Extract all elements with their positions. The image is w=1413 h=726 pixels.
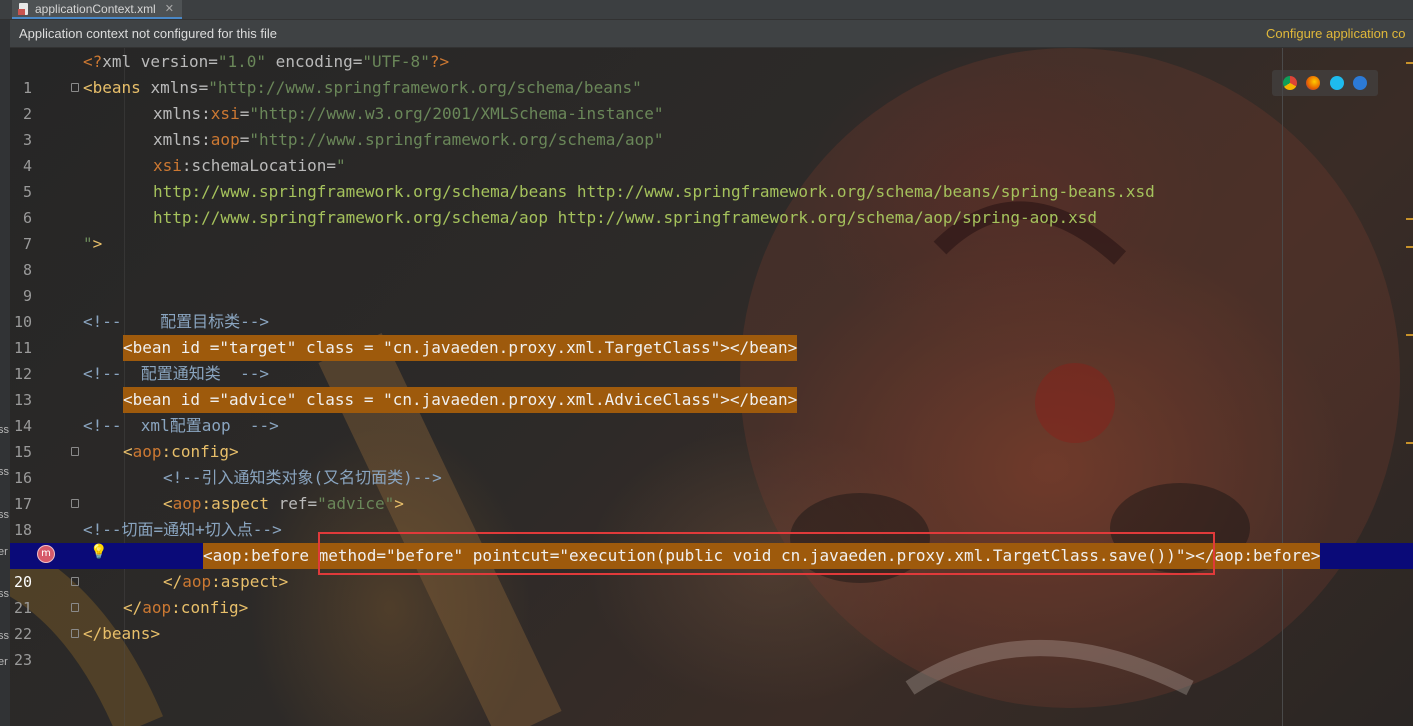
code-line[interactable]: 16 <aop:config>: [10, 439, 1413, 487]
code-line[interactable]: 12 <bean id ="target" class = "cn.javaed…: [10, 335, 1413, 383]
editor-tab-bar: applicationContext.xml ✕: [0, 0, 1413, 20]
code-line[interactable]: 17 <!--引入通知类对象(又名切面类)-->: [10, 465, 1413, 513]
panel-fragment: ss: [0, 466, 9, 478]
code-line[interactable]: 6 http://www.springframework.org/schema/…: [10, 179, 1413, 227]
current-code-line[interactable]: 20 <aop:before method="before" pointcut=…: [10, 543, 1413, 591]
configure-application-context-link[interactable]: Configure application co: [1266, 26, 1405, 41]
line-content: ">: [83, 234, 103, 253]
xml-comment: <!--切面=通知+切入点-->: [83, 520, 282, 539]
fold-marker-icon[interactable]: [71, 499, 79, 508]
aspect-marker-icon[interactable]: m: [37, 545, 55, 563]
xml-comment: <!-- 配置目标类-->: [83, 312, 269, 331]
xml-file-icon: [18, 2, 30, 15]
stripe-mark[interactable]: [1406, 246, 1413, 248]
code-editor[interactable]: 1 <?xml version="1.0" encoding="UTF-8"?>…: [10, 48, 1413, 726]
line-content: </aop:aspect>: [163, 572, 289, 591]
xml-comment: <!-- 配置通知类 -->: [83, 364, 269, 383]
fold-marker-icon[interactable]: [71, 603, 79, 612]
code-line[interactable]: 13 <!-- 配置通知类 -->: [10, 361, 1413, 409]
error-stripe[interactable]: [1406, 48, 1413, 726]
code-line[interactable]: 1 <?xml version="1.0" encoding="UTF-8"?>: [10, 49, 1413, 97]
highlighted-bean-target: <bean id ="target" class = "cn.javaeden.…: [123, 335, 798, 361]
panel-fragment: ss: [0, 588, 9, 600]
tab-application-context[interactable]: applicationContext.xml ✕: [12, 0, 182, 19]
tab-label: applicationContext.xml: [35, 1, 156, 16]
panel-fragment: ss: [0, 424, 9, 436]
code-line[interactable]: 5 xsi:schemaLocation=": [10, 153, 1413, 201]
line-content: xmlns:xsi="http://www.w3.org/2001/XMLSch…: [153, 104, 664, 123]
left-panel-edge: ss ss ss er ss ss er: [0, 20, 10, 726]
code-line[interactable]: 7 http://www.springframework.org/schema/…: [10, 205, 1413, 253]
highlighted-bean-advice: <bean id ="advice" class = "cn.javaeden.…: [123, 387, 798, 413]
panel-fragment: ss: [0, 630, 9, 642]
stripe-mark[interactable]: [1406, 218, 1413, 220]
fold-marker-icon[interactable]: [71, 629, 79, 638]
line-number: 23: [13, 651, 32, 669]
notification-message: Application context not configured for t…: [19, 26, 277, 41]
xml-comment: <!--引入通知类对象(又名切面类)-->: [163, 468, 442, 487]
code-line[interactable]: 19 <!--切面=通知+切入点-->: [10, 517, 1413, 565]
line-content: <beans xmlns="http://www.springframework…: [83, 78, 642, 97]
line-content: <?xml version="1.0" encoding="UTF-8"?>: [83, 52, 450, 71]
line-content: http://www.springframework.org/schema/be…: [153, 182, 1155, 201]
fold-marker-icon[interactable]: [71, 83, 79, 92]
stripe-mark[interactable]: [1406, 62, 1413, 64]
code-line[interactable]: 9: [10, 257, 1413, 305]
line-content: http://www.springframework.org/schema/ao…: [153, 208, 1098, 227]
code-line[interactable]: 10: [10, 283, 1413, 331]
panel-fragment: er: [0, 546, 8, 558]
code-line[interactable]: 11 <!-- 配置目标类-->: [10, 309, 1413, 357]
code-line[interactable]: 22 </aop:config>: [10, 595, 1413, 643]
code-line[interactable]: 2 <beans xmlns="http://www.springframewo…: [10, 75, 1413, 123]
code-line[interactable]: 8 ">: [10, 231, 1413, 279]
line-content: </aop:config>: [123, 598, 249, 617]
xml-comment: <!-- xml配置aop -->: [83, 416, 279, 435]
line-content: xmlns:aop="http://www.springframework.or…: [153, 130, 664, 149]
code-line[interactable]: 4 xmlns:aop="http://www.springframework.…: [10, 127, 1413, 175]
line-content: </beans>: [83, 624, 161, 643]
stripe-mark[interactable]: [1406, 442, 1413, 444]
fold-marker-icon[interactable]: [71, 577, 79, 586]
panel-fragment: er: [0, 656, 8, 668]
line-content: xsi:schemaLocation=": [153, 156, 346, 175]
code-line[interactable]: 14 <bean id ="advice" class = "cn.javaed…: [10, 387, 1413, 435]
code-line[interactable]: 21 </aop:aspect>: [10, 569, 1413, 617]
close-icon[interactable]: ✕: [165, 2, 174, 15]
panel-fragment: ss: [0, 509, 9, 521]
code-line[interactable]: 23 </beans>: [10, 621, 1413, 669]
code-line[interactable]: 15 <!-- xml配置aop -->: [10, 413, 1413, 461]
notification-bar: Application context not configured for t…: [10, 20, 1413, 48]
line-content: <aop:config>: [123, 442, 239, 461]
highlighted-aop-before: <aop:before method="before" pointcut="ex…: [203, 543, 1321, 569]
code-line[interactable]: 18 <aop:aspect ref="advice">: [10, 491, 1413, 539]
line-content: <aop:aspect ref="advice">: [163, 494, 404, 513]
lightbulb-icon[interactable]: 💡: [90, 544, 107, 560]
stripe-mark[interactable]: [1406, 334, 1413, 336]
code-line[interactable]: 3 xmlns:xsi="http://www.w3.org/2001/XMLS…: [10, 101, 1413, 149]
fold-marker-icon[interactable]: [71, 447, 79, 456]
